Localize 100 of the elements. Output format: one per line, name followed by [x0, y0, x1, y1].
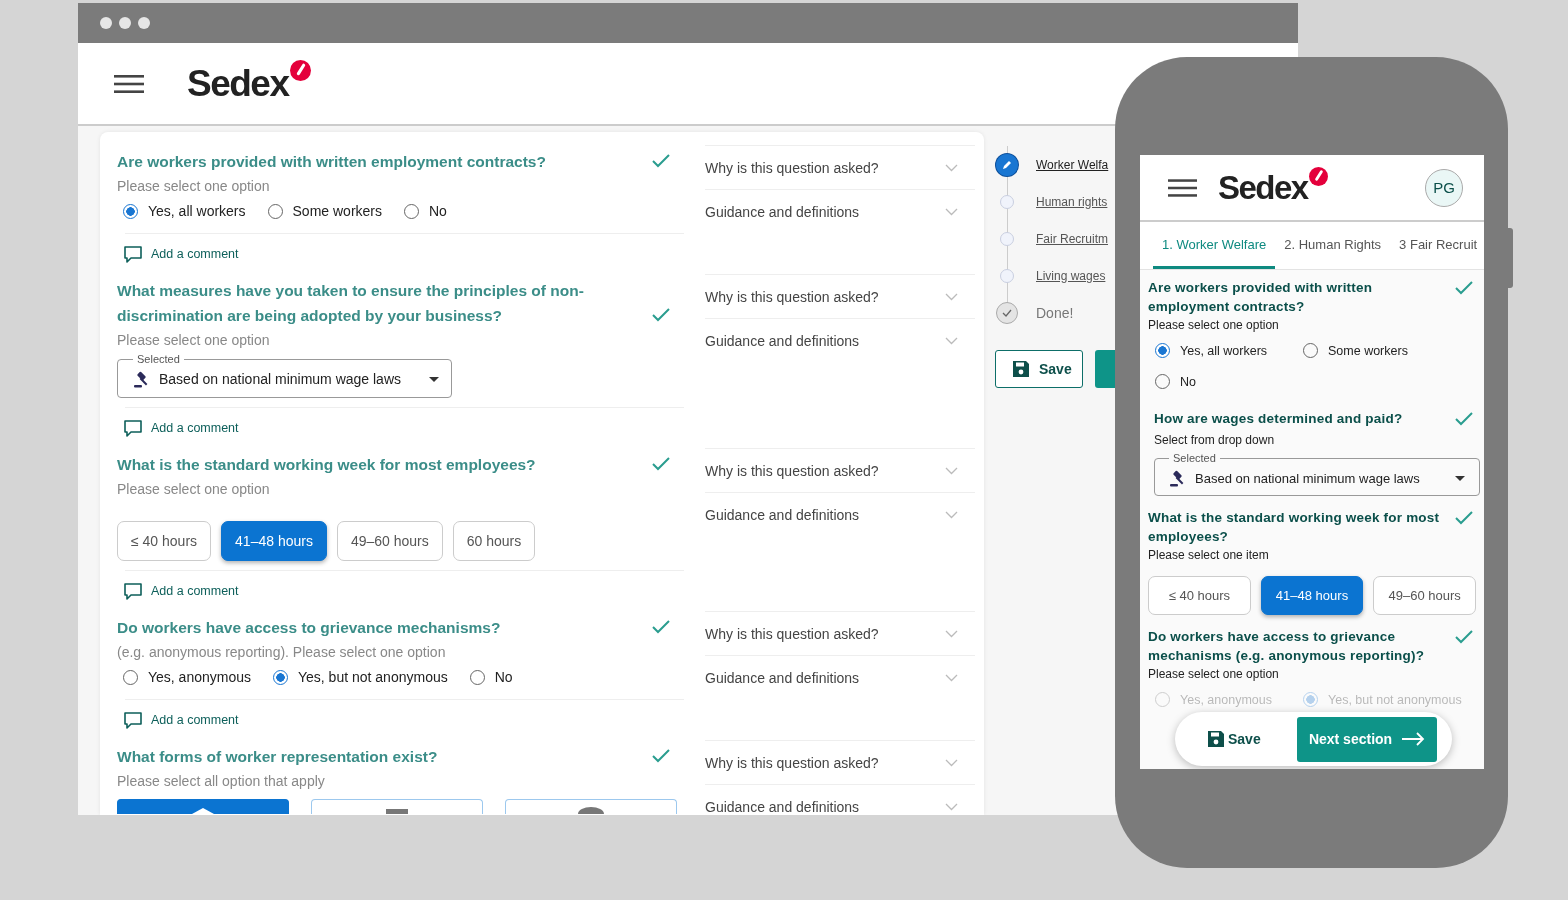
- chevron-down-icon: [945, 758, 958, 767]
- hint-text: Please select all option that apply: [117, 772, 326, 791]
- help-toggle[interactable]: Why is this question asked?: [705, 740, 975, 784]
- help-toggle[interactable]: Why is this question asked?: [705, 145, 975, 189]
- help-toggle[interactable]: Why is this question asked?: [705, 611, 975, 655]
- step-dot: [1000, 194, 1014, 209]
- radio-option[interactable]: Yes, anonymous: [123, 669, 251, 685]
- option-chip[interactable]: 41–48 hours: [221, 521, 327, 561]
- hint-text: Please select one option: [117, 331, 271, 350]
- hint-text: Please select one option: [117, 177, 271, 196]
- question-title: Are workers provided with written employment contracts?: [117, 152, 547, 172]
- tab[interactable]: 3 Fair Recruit: [1390, 222, 1484, 269]
- hint-text: Please select one option: [1148, 317, 1280, 334]
- radio-button[interactable]: [123, 203, 138, 219]
- radio-option[interactable]: Some workers: [1303, 343, 1463, 358]
- help-toggle[interactable]: Guidance and definitions: [705, 492, 975, 536]
- hint-text: (e.g. anonymous reporting). Please select one option: [117, 643, 447, 662]
- help-toggle[interactable]: Why is this question asked?: [705, 448, 975, 492]
- comment-icon: [124, 711, 142, 729]
- comment-icon: [124, 582, 142, 600]
- radio-option[interactable]: No: [469, 669, 513, 685]
- select-value: Based on national minimum wage laws: [159, 371, 402, 387]
- add-comment-link[interactable]: Add a comment: [151, 247, 239, 261]
- question-title: What forms of worker representation exist?: [117, 747, 439, 767]
- option-chip[interactable]: 41–48 hours: [1260, 576, 1364, 615]
- hint-text: Please select one option: [1148, 666, 1280, 683]
- menu-icon[interactable]: [114, 74, 144, 93]
- option-card[interactable]: [311, 799, 483, 814]
- radio-button[interactable]: [273, 669, 288, 685]
- option-card[interactable]: [505, 799, 677, 814]
- question-title: What measures have you taken to ensure the principles of non-discrimination are being adopted by your business?: [117, 281, 585, 326]
- add-comment-link[interactable]: Add a comment: [151, 713, 239, 727]
- save-button[interactable]: Save: [1207, 730, 1261, 748]
- field-label: Selected: [1172, 452, 1217, 464]
- help-toggle[interactable]: Guidance and definitions: [705, 655, 975, 699]
- field-label: Selected: [136, 353, 181, 365]
- hint-text: Select from drop down: [1153, 432, 1276, 449]
- step-dot: [1000, 268, 1014, 283]
- save-button[interactable]: Save: [995, 350, 1083, 388]
- save-icon: [1012, 360, 1030, 378]
- select-value: Based on national minimum wage laws: [1195, 470, 1421, 486]
- comment-icon: [124, 245, 142, 263]
- menu-icon[interactable]: [1168, 178, 1197, 197]
- question-title: How are wages determined and paid?: [1153, 410, 1404, 428]
- question-title: What is the standard working week for most employees?: [117, 455, 537, 475]
- question-title: What is the standard working week for most employees?: [1148, 509, 1441, 546]
- caret-icon: [429, 376, 439, 382]
- option-card[interactable]: [117, 799, 289, 814]
- logo-mark-icon: [1308, 166, 1328, 186]
- caret-icon: [1455, 475, 1465, 481]
- help-toggle[interactable]: Guidance and definitions: [705, 318, 975, 362]
- comment-icon: [124, 419, 142, 437]
- add-comment-link[interactable]: Add a comment: [151, 421, 239, 435]
- radio-option[interactable]: Some workers: [267, 203, 382, 219]
- radio-button[interactable]: [1155, 343, 1170, 358]
- chevron-down-icon: [945, 510, 958, 519]
- option-chip[interactable]: 49–60 hours: [336, 521, 443, 561]
- next-section-button[interactable]: Next section: [1297, 716, 1437, 762]
- step-link[interactable]: Fair Recruitm: [1036, 231, 1108, 246]
- chevron-down-icon: [945, 802, 958, 811]
- chevron-down-icon: [945, 629, 958, 638]
- window-controls-icon: [100, 17, 150, 29]
- tab[interactable]: 1. Worker Welfare: [1153, 222, 1276, 269]
- radio-option[interactable]: Yes, but not anonymous: [273, 669, 448, 685]
- option-chip[interactable]: ≤ 40 hours: [117, 521, 212, 561]
- radio-option[interactable]: Yes, all workers: [1155, 343, 1303, 358]
- save-icon: [1207, 730, 1225, 748]
- add-comment-link[interactable]: Add a comment: [151, 584, 239, 598]
- chevron-down-icon: [945, 673, 958, 682]
- question-title: Do workers have access to grievance mechanisms (e.g. anonymous reporting)?: [1148, 628, 1426, 665]
- help-toggle[interactable]: Why is this question asked?: [705, 274, 975, 318]
- step-link[interactable]: Worker Welfa: [1036, 157, 1109, 172]
- arrow-right-icon: [1401, 732, 1426, 746]
- radio-option[interactable]: No: [404, 203, 447, 219]
- help-toggle[interactable]: Guidance and definitions: [705, 189, 975, 233]
- help-toggle[interactable]: Guidance and definitions: [705, 784, 975, 815]
- option-chip[interactable]: ≤ 40 hours: [1148, 576, 1251, 615]
- step-link[interactable]: Living wages: [1036, 268, 1106, 283]
- radio-option[interactable]: No: [1155, 374, 1303, 389]
- radio-option[interactable]: Yes, all workers: [123, 203, 246, 219]
- select-field[interactable]: Selected Based on national minimum wage laws: [1154, 452, 1480, 496]
- option-chip[interactable]: 49–60 hours: [1373, 576, 1476, 615]
- select-field[interactable]: Selected Based on national minimum wage laws: [117, 353, 452, 398]
- rectangle-icon: [386, 809, 408, 814]
- tab[interactable]: 2. Human Rights: [1275, 222, 1391, 269]
- step-current-icon: [996, 153, 1018, 176]
- step-done-icon: [996, 301, 1018, 324]
- step-dot: [1000, 231, 1014, 246]
- hint-text: Please select one item: [1148, 547, 1270, 564]
- option-chip[interactable]: 60 hours: [452, 521, 536, 561]
- chevron-down-icon: [945, 292, 958, 301]
- avatar[interactable]: PG: [1425, 168, 1463, 207]
- chevron-down-icon: [945, 466, 958, 475]
- logo-mark-icon: [289, 59, 311, 81]
- chevron-down-icon: [945, 207, 958, 216]
- brand-name: Sedex: [1218, 169, 1308, 206]
- chevron-down-icon: [945, 336, 958, 345]
- step-link[interactable]: Human rights: [1036, 194, 1108, 209]
- chevron-down-icon: [945, 163, 958, 172]
- question-title: Do workers have access to grievance mechanisms?: [117, 618, 502, 638]
